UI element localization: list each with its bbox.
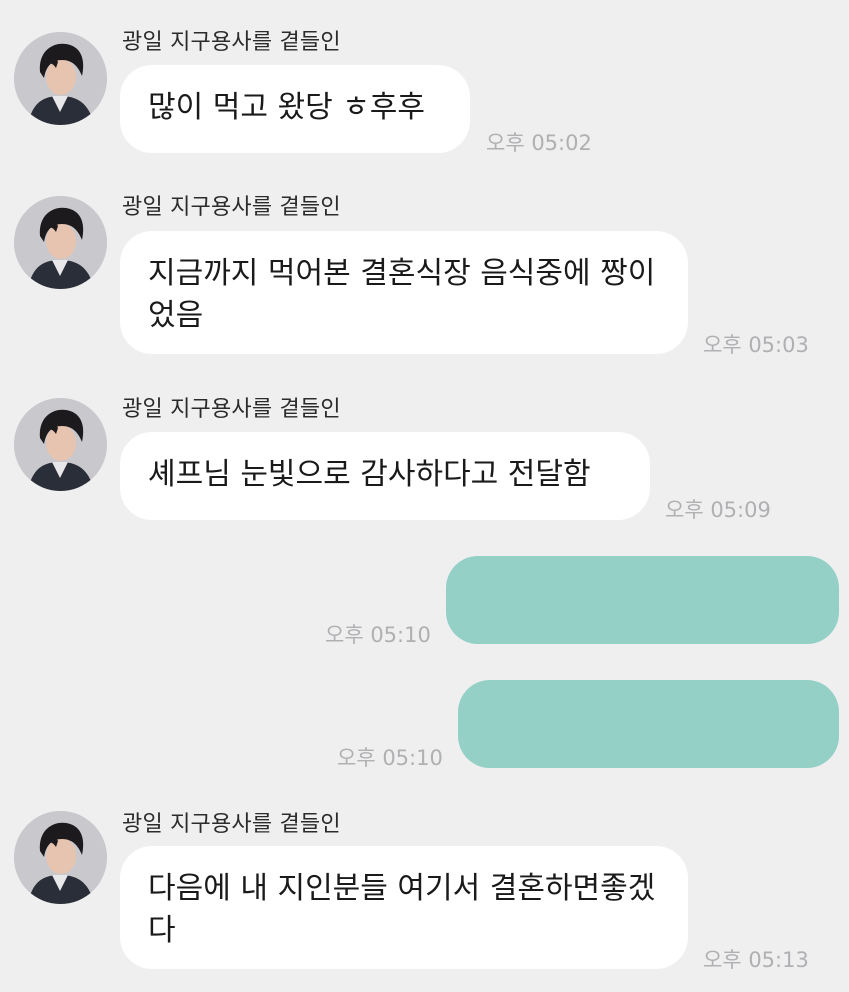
sender-name: 광일 지구용사를 곁들인 xyxy=(122,812,341,837)
avatar[interactable] xyxy=(14,811,107,904)
message-text: 다음에 내 지인분들 여기서 결혼하면좋겠다 xyxy=(148,871,656,948)
message-text: 셰프님 눈빛으로 감사하다고 전달함 xyxy=(148,457,591,492)
sender-name: 광일 지구용사를 곁들인 xyxy=(122,30,341,55)
avatar-image xyxy=(14,398,107,491)
avatar[interactable] xyxy=(14,32,107,125)
message-timestamp: 오후 05:03 xyxy=(703,333,809,357)
message-bubble[interactable]: 많이 먹고 왔당 ㅎ후후 xyxy=(120,65,470,153)
avatar[interactable] xyxy=(14,398,107,491)
message-timestamp: 오후 05:13 xyxy=(703,948,809,972)
message-timestamp: 오후 05:09 xyxy=(665,498,771,522)
sender-name: 광일 지구용사를 곁들인 xyxy=(122,195,341,220)
avatar[interactable] xyxy=(14,196,107,289)
message-timestamp: 오후 05:02 xyxy=(486,131,592,155)
avatar-image xyxy=(14,32,107,125)
outgoing-message-bubble[interactable] xyxy=(458,680,839,768)
message-bubble[interactable]: 다음에 내 지인분들 여기서 결혼하면좋겠다 xyxy=(120,846,688,969)
avatar-image xyxy=(14,811,107,904)
message-timestamp: 오후 05:10 xyxy=(337,746,443,770)
message-text: 많이 먹고 왔당 ㅎ후후 xyxy=(148,90,426,125)
message-bubble[interactable]: 셰프님 눈빛으로 감사하다고 전달함 xyxy=(120,432,650,520)
message-bubble[interactable]: 지금까지 먹어본 결혼식장 음식중에 짱이었음 xyxy=(120,231,688,354)
message-timestamp: 오후 05:10 xyxy=(325,623,431,647)
avatar-image xyxy=(14,196,107,289)
message-text: 지금까지 먹어본 결혼식장 음식중에 짱이었음 xyxy=(148,256,656,333)
outgoing-message-bubble[interactable] xyxy=(446,556,839,644)
sender-name: 광일 지구용사를 곁들인 xyxy=(122,397,341,422)
